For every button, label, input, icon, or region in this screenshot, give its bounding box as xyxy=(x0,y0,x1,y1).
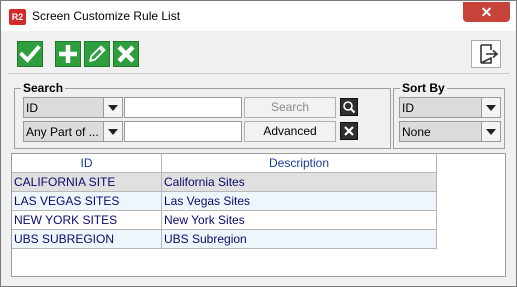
match-type-combo[interactable]: Any Part of ... xyxy=(23,121,123,142)
column-header-id[interactable]: ID xyxy=(12,154,162,173)
cell-description: New York Sites xyxy=(162,211,437,230)
add-button[interactable] xyxy=(55,41,81,67)
client-area: Search ID Search Any Part of ... Advance… xyxy=(8,31,509,281)
advanced-button[interactable]: Advanced xyxy=(244,121,336,142)
column-header-description[interactable]: Description xyxy=(162,154,437,173)
clear-x-icon xyxy=(344,126,354,136)
exit-icon xyxy=(480,44,499,64)
close-button[interactable]: ✕ xyxy=(463,2,510,22)
table-row[interactable]: UBS SUBREGION UBS Subregion xyxy=(12,230,437,249)
search-group: Search ID Search Any Part of ... Advance… xyxy=(14,81,391,149)
cell-id: NEW YORK SITES xyxy=(12,211,162,230)
sort-order-value: None xyxy=(402,125,431,139)
sort-field-combo[interactable]: ID xyxy=(399,97,501,118)
advanced-input[interactable] xyxy=(124,121,242,142)
x-icon xyxy=(117,45,135,63)
chevron-down-icon[interactable] xyxy=(103,122,122,141)
cell-id: LAS VEGAS SITES xyxy=(12,192,162,211)
search-group-title: Search xyxy=(21,81,66,95)
search-input[interactable] xyxy=(124,97,242,118)
rules-grid[interactable]: ID Description CALIFORNIA SITE Californi… xyxy=(11,153,506,277)
plus-icon xyxy=(59,45,77,63)
search-field-combo[interactable]: ID xyxy=(23,97,123,118)
cell-description: California Sites xyxy=(162,173,437,192)
window: R2 Screen Customize Rule List ✕ Search I… xyxy=(0,0,517,287)
chevron-down-icon[interactable] xyxy=(103,98,122,117)
edit-button[interactable] xyxy=(84,41,110,67)
delete-button[interactable] xyxy=(113,41,139,67)
sort-group: Sort By ID None xyxy=(393,81,505,149)
sort-order-combo[interactable]: None xyxy=(399,121,501,142)
table-row[interactable]: NEW YORK SITES New York Sites xyxy=(12,211,437,230)
cell-id: CALIFORNIA SITE xyxy=(12,173,162,192)
match-type-value: Any Part of ... xyxy=(26,125,99,139)
sort-field-value: ID xyxy=(402,101,414,115)
cell-description: Las Vegas Sites xyxy=(162,192,437,211)
cell-id: UBS SUBREGION xyxy=(12,230,162,249)
search-button[interactable]: Search xyxy=(244,97,336,118)
save-check-button[interactable] xyxy=(17,41,43,67)
clear-button[interactable] xyxy=(340,122,358,140)
toolbar-separator xyxy=(8,73,509,74)
window-title: Screen Customize Rule List xyxy=(32,9,181,23)
search-field-value: ID xyxy=(26,101,38,115)
exit-button[interactable] xyxy=(471,40,501,68)
magnify-button[interactable] xyxy=(340,98,358,116)
cell-description: UBS Subregion xyxy=(162,230,437,249)
pencil-icon xyxy=(89,45,106,62)
table-row[interactable]: CALIFORNIA SITE California Sites xyxy=(12,173,437,192)
sort-group-title: Sort By xyxy=(400,81,447,95)
search-icon xyxy=(343,101,356,114)
title-bar[interactable]: R2 Screen Customize Rule List ✕ xyxy=(1,1,516,31)
chevron-down-icon[interactable] xyxy=(481,98,500,117)
chevron-down-icon[interactable] xyxy=(481,122,500,141)
app-icon: R2 xyxy=(9,9,26,25)
table-row[interactable]: LAS VEGAS SITES Las Vegas Sites xyxy=(12,192,437,211)
toolbar xyxy=(8,31,509,71)
check-icon xyxy=(19,45,41,63)
